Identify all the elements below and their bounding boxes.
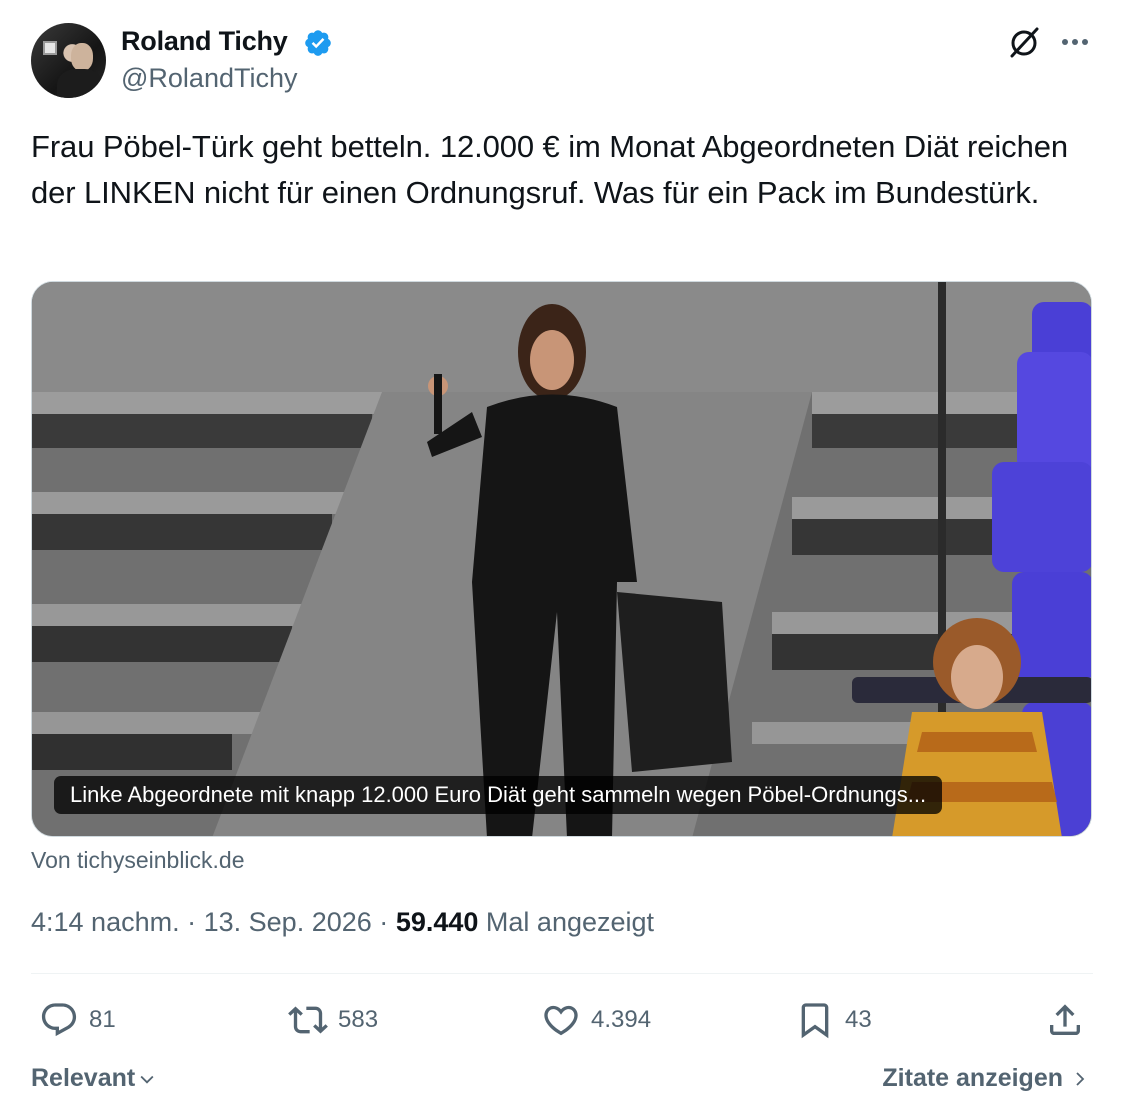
share-button[interactable]	[1045, 1000, 1085, 1040]
tweet-meta: 4:14 nachm. · 13. Sep. 2026 · 59.440 Mal…	[31, 907, 654, 938]
bookmark-icon	[801, 1003, 829, 1039]
reply-button[interactable]: 81	[39, 1000, 116, 1040]
view-quotes-link[interactable]: Zitate anzeigen	[882, 1064, 1089, 1093]
verified-badge-icon	[305, 30, 331, 56]
chevron-right-icon	[1076, 1071, 1085, 1086]
reply-count: 81	[89, 1006, 116, 1033]
like-button[interactable]: 4.394	[541, 1000, 651, 1040]
tweet-date[interactable]: 13. Sep. 2026	[204, 907, 372, 937]
view-label: Mal angezeigt	[485, 907, 655, 937]
heart-icon	[544, 1005, 578, 1036]
author-avatar[interactable]	[31, 23, 106, 98]
author-handle[interactable]: @RolandTichy	[121, 63, 297, 94]
avatar-body	[57, 69, 103, 98]
retweet-icon	[288, 1006, 328, 1034]
avatar-face	[71, 43, 93, 71]
grok-icon[interactable]	[1006, 24, 1042, 60]
link-card-caption[interactable]: Linke Abgeordnete mit knapp 12.000 Euro …	[54, 776, 943, 814]
more-icon[interactable]	[1058, 30, 1092, 54]
retweet-button[interactable]: 583	[288, 1000, 378, 1040]
avatar-frame-detail	[43, 41, 57, 55]
view-count: 59.440	[395, 907, 479, 937]
bookmark-button[interactable]: 43	[795, 1000, 872, 1040]
tweet-time[interactable]: 4:14 nachm.	[31, 907, 180, 937]
like-count: 4.394	[591, 1006, 652, 1033]
meta-separator: ·	[379, 907, 389, 937]
quotes-label: Zitate anzeigen	[882, 1064, 1063, 1092]
link-card-image[interactable]: Linke Abgeordnete mit knapp 12.000 Euro …	[31, 281, 1092, 837]
divider	[31, 973, 1093, 974]
bookmark-count: 43	[845, 1006, 872, 1033]
author-display-name[interactable]: Roland Tichy	[121, 26, 288, 57]
chevron-down-icon	[140, 1075, 154, 1084]
link-source[interactable]: Von tichyseinblick.de	[31, 847, 245, 874]
meta-separator: ·	[187, 907, 197, 937]
sort-label: Relevant	[31, 1064, 136, 1092]
photo-illustration	[32, 282, 1091, 836]
tweet-text: Frau Pöbel-Türk geht betteln. 12.000 € i…	[31, 129, 1068, 210]
sort-dropdown[interactable]: Relevant	[31, 1064, 157, 1093]
share-icon	[1050, 1004, 1080, 1035]
retweet-count: 583	[338, 1006, 379, 1033]
reply-icon	[41, 1003, 77, 1037]
